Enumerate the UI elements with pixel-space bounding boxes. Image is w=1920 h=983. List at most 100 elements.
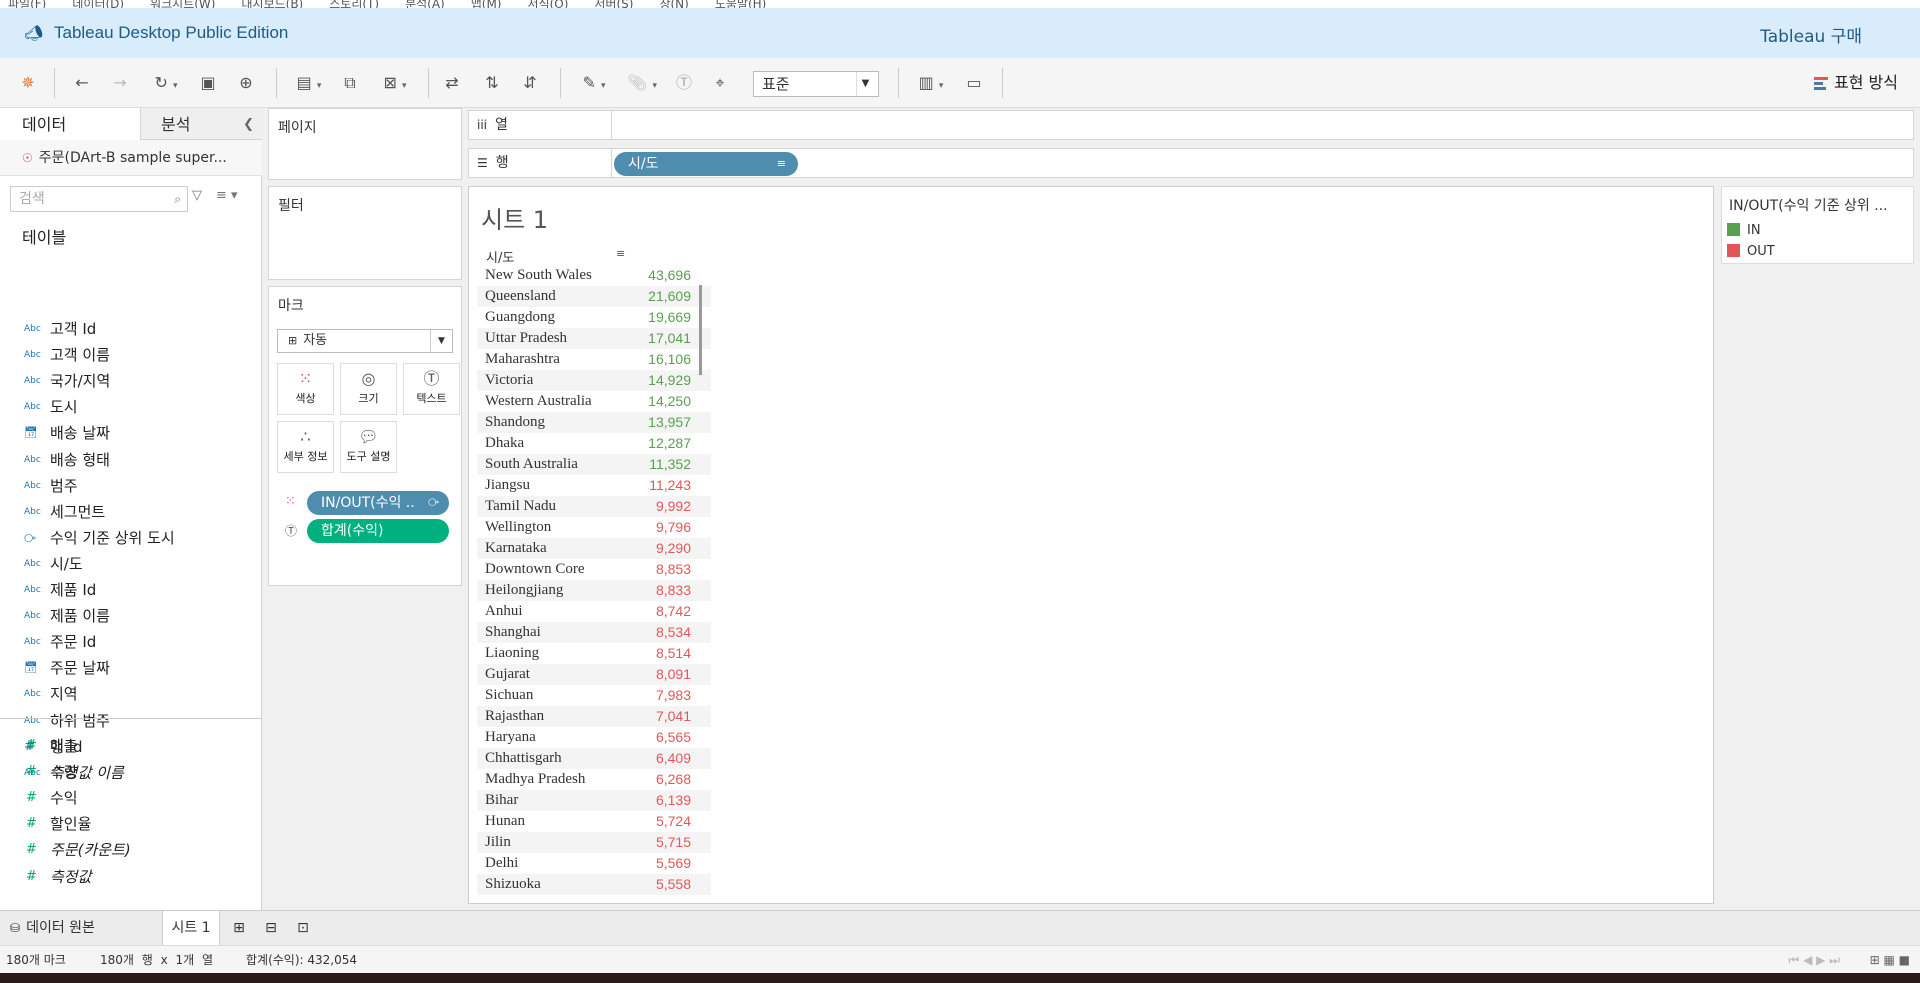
row-pill[interactable]: 시/도 ≡ [614, 152, 798, 176]
buy-tableau-link[interactable]: Tableau 구매 [1760, 22, 1862, 47]
fit-dropdown[interactable]: 표준 ▼ [753, 71, 879, 97]
table-row[interactable]: Gujarat 8,091 [477, 664, 711, 685]
pages-card[interactable]: 페이지 [268, 108, 462, 180]
table-row[interactable]: New South Wales 43,696 [477, 265, 711, 286]
sort-ascending-icon[interactable]: ⇅ [480, 70, 504, 96]
tab-analysis[interactable]: 분석 ❮ [140, 108, 262, 140]
dimension-field[interactable]: 📅︎ 배송 날짜 [0, 420, 262, 446]
menu-item[interactable]: 서식(O) [528, 0, 569, 8]
text-button[interactable]: Ⓣ 텍스트 [403, 363, 460, 415]
measure-field[interactable]: # 할인율 [0, 811, 262, 837]
highlight-icon[interactable]: ✎ ▾ [574, 70, 614, 96]
dimension-field[interactable]: Abc 지역 [0, 681, 262, 707]
table-row[interactable]: Chhattisgarh 6,409 [477, 748, 711, 769]
color-button[interactable]: ⁙ 색상 [277, 363, 334, 415]
table-row[interactable]: Queensland 21,609 [477, 286, 711, 307]
table-row[interactable]: Tamil Nadu 9,992 [477, 496, 711, 517]
datasource-item[interactable]: ☉ 주문(DArt-B sample super... [0, 140, 262, 176]
table-row[interactable]: Shandong 13,957 [477, 412, 711, 433]
table-row[interactable]: Dhaka 12,287 [477, 433, 711, 454]
dimension-field[interactable]: Abc 시/도 [0, 551, 262, 577]
mark-type-dropdown[interactable]: ⊞ 자동 ▼ [277, 329, 453, 353]
search-input[interactable]: 검색 ⌕ [10, 186, 188, 212]
table-row[interactable]: Maharashtra 16,106 [477, 349, 711, 370]
table-row[interactable]: Delhi 5,569 [477, 853, 711, 874]
table-row[interactable]: Wellington 9,796 [477, 517, 711, 538]
columns-shelf[interactable]: iii 열 [468, 110, 1914, 140]
table-row[interactable]: Sichuan 7,983 [477, 685, 711, 706]
undo-icon[interactable]: ← [70, 70, 94, 96]
collapse-icon[interactable]: ❮ [243, 108, 254, 142]
dimension-field[interactable]: Abc 도시 [0, 394, 262, 420]
dimension-field[interactable]: Abc 제품 이름 [0, 603, 262, 629]
detail-button[interactable]: ∴ 세부 정보 [277, 421, 334, 473]
table-row[interactable]: Liaoning 8,514 [477, 643, 711, 664]
filter-icon[interactable]: ▽ [192, 188, 202, 203]
table-row[interactable]: Rajasthan 7,041 [477, 706, 711, 727]
table-row[interactable]: Shizuoka 5,558 [477, 874, 711, 895]
dimension-field[interactable]: 📅︎ 주문 날짜 [0, 655, 262, 681]
dimension-field[interactable]: Abc 범주 [0, 473, 262, 499]
group-icon[interactable]: 📎︎ ▾ [622, 70, 662, 96]
measure-field[interactable]: # 측정값 [0, 864, 262, 890]
measure-field[interactable]: # 주문(카운트) [0, 837, 262, 863]
table-row[interactable]: Heilongjiang 8,833 [477, 580, 711, 601]
swap-rows-columns-icon[interactable]: ⇄ [440, 70, 464, 96]
show-cards-icon[interactable]: ▥ ▾ [910, 70, 952, 96]
menu-item[interactable]: 스토리(T) [329, 0, 379, 8]
save-icon[interactable]: ▣ [196, 70, 220, 96]
menu-item[interactable]: 파일(F) [8, 0, 46, 8]
table-row[interactable]: Haryana 6,565 [477, 727, 711, 748]
presentation-mode-icon[interactable]: ▭ [962, 70, 986, 96]
menu-item[interactable]: 데이터(D) [72, 0, 124, 8]
menu-item[interactable]: 창(N) [659, 0, 688, 8]
datasource-tab[interactable]: ⛁ 데이터 원본 [0, 911, 162, 945]
table-row[interactable]: Downtown Core 8,853 [477, 559, 711, 580]
dimension-field[interactable]: Abc 고객 Id [0, 316, 262, 342]
color-pill[interactable]: IN/OUT(수익 .. ⧂ [307, 491, 449, 515]
filters-card[interactable]: 필터 [268, 186, 462, 280]
new-worksheet-icon[interactable]: ▤ ▾ [288, 70, 330, 96]
new-story-tab-icon[interactable]: ⊡ [292, 911, 314, 945]
dimension-field[interactable]: Abc 고객 이름 [0, 342, 262, 368]
menu-item[interactable]: 서버(S) [594, 0, 633, 8]
show-labels-icon[interactable]: Ⓣ [672, 70, 696, 96]
table-row[interactable]: Uttar Pradesh 17,041 [477, 328, 711, 349]
table-row[interactable]: Jiangsu 11,243 [477, 475, 711, 496]
table-row[interactable]: Hunan 5,724 [477, 811, 711, 832]
new-worksheet-tab-icon[interactable]: ⊞ [228, 911, 250, 945]
tooltip-button[interactable]: 💬︎ 도구 설명 [340, 421, 397, 473]
table-row[interactable]: Jilin 5,715 [477, 832, 711, 853]
tableau-logo-icon[interactable]: ✵ [16, 70, 40, 96]
size-button[interactable]: ◎ 크기 [340, 363, 397, 415]
dimension-field[interactable]: Abc 주문 Id [0, 629, 262, 655]
sort-icon[interactable]: ≡ [616, 247, 625, 260]
dimension-field[interactable]: ⧂ 수익 기준 상위 도시 [0, 525, 262, 551]
menu-item[interactable]: 워크시트(W) [150, 0, 215, 8]
duplicate-sheet-icon[interactable]: ⧉ [338, 70, 362, 96]
table-row[interactable]: Karnataka 9,290 [477, 538, 711, 559]
sort-descending-icon[interactable]: ⇵ [518, 70, 542, 96]
new-datasource-icon[interactable]: ⊕ [234, 70, 258, 96]
dimension-field[interactable]: Abc 제품 Id [0, 577, 262, 603]
column-header[interactable]: 시/도 ≡ [486, 247, 625, 266]
table-row[interactable]: Guangdong 19,669 [477, 307, 711, 328]
legend-item-in[interactable]: IN [1727, 222, 1761, 240]
sheet-navigation-icon[interactable]: ⏮ ◀ ▶ ⏭ [1788, 946, 1840, 974]
sheet-tab-1[interactable]: 시트 1 [162, 911, 220, 945]
table-row[interactable]: Western Australia 14,250 [477, 391, 711, 412]
table-row[interactable]: South Australia 11,352 [477, 454, 711, 475]
legend-item-out[interactable]: OUT [1727, 243, 1775, 261]
replay-icon[interactable]: ↻ ▾ [146, 70, 186, 96]
view-options-icon[interactable]: ≡ ▾ [216, 188, 238, 203]
new-dashboard-tab-icon[interactable]: ⊟ [260, 911, 282, 945]
menu-item[interactable]: 대시보드(B) [241, 0, 303, 8]
table-row[interactable]: Bihar 6,139 [477, 790, 711, 811]
redo-icon[interactable]: → [108, 70, 132, 96]
dimension-field[interactable]: Abc 세그먼트 [0, 499, 262, 525]
dimension-field[interactable]: Abc 하위 범주 [0, 708, 262, 734]
menu-item[interactable]: 맵(M) [471, 0, 502, 8]
table-row[interactable]: Shanghai 8,534 [477, 622, 711, 643]
vertical-scrollbar[interactable] [699, 285, 702, 375]
dimension-field[interactable]: Abc 배송 형태 [0, 447, 262, 473]
